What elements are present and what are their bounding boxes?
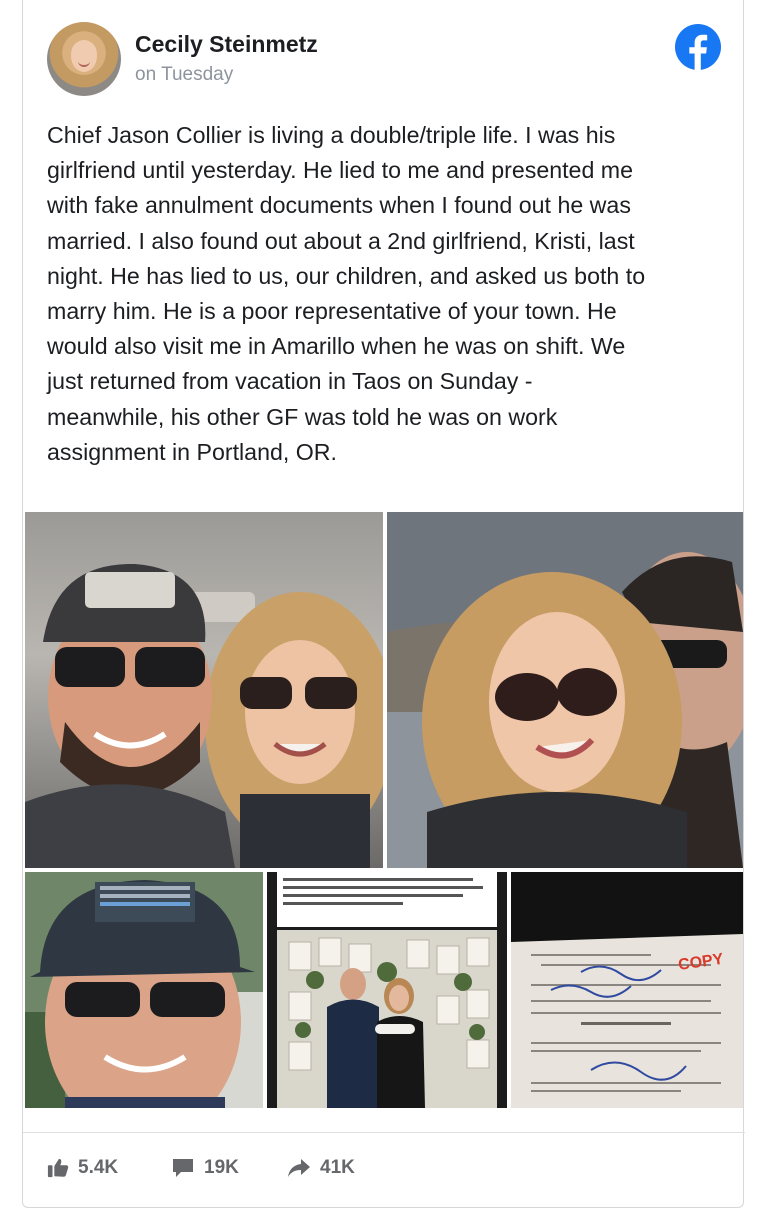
post-text-line: Chief Jason Collier is living a double/t…: [47, 122, 616, 148]
post-text: Chief Jason Collier is living a double/t…: [47, 118, 737, 470]
facebook-post-card: Cecily Steinmetz on Tuesday Chief Jason …: [22, 0, 745, 1208]
post-stats-bar: 5.4K 19K 41K: [23, 1132, 745, 1206]
photo-man-in-cap[interactable]: [25, 872, 263, 1108]
post-text-line: married. I also found out about a 2nd gi…: [47, 227, 635, 254]
shares-count-button[interactable]: 41K: [287, 1157, 355, 1179]
author-name[interactable]: Cecily Steinmetz: [135, 31, 318, 58]
facebook-icon[interactable]: [675, 24, 721, 70]
share-arrow-icon: [288, 1159, 310, 1177]
post-text-line: assignment in Portland, OR.: [47, 438, 337, 465]
post-timestamp[interactable]: on Tuesday: [135, 64, 233, 86]
comment-icon: [173, 1159, 193, 1177]
comments-count-button[interactable]: 19K: [171, 1157, 239, 1179]
post-text-line: just returned from vacation in Taos on S…: [47, 368, 533, 395]
post-text-line: marry him. He is a poor representative o…: [47, 298, 617, 325]
post-text-line: meanwhile, his other GF was told he was …: [47, 403, 558, 430]
comments-count: 19K: [204, 1157, 239, 1178]
post-text-line: would also visit me in Amarillo when he …: [47, 333, 626, 360]
post-text-line: with fake annulment documents when I fou…: [47, 192, 631, 219]
likes-count: 5.4K: [78, 1157, 119, 1178]
likes-count-button[interactable]: 5.4K: [47, 1157, 118, 1179]
shares-count: 41K: [320, 1157, 355, 1178]
photo-annulment-document[interactable]: COPY: [511, 872, 743, 1108]
photo-couple-social-post[interactable]: [267, 872, 507, 1108]
post-text-line: girlfriend until yesterday. He lied to m…: [47, 157, 634, 184]
photo-car-selfie[interactable]: [25, 512, 383, 868]
photo-outdoor-selfie[interactable]: [387, 512, 743, 868]
author-avatar[interactable]: [47, 22, 121, 96]
post-text-line: night. He has lied to us, our children, …: [47, 262, 646, 289]
thumbs-up-icon: [47, 1158, 69, 1178]
